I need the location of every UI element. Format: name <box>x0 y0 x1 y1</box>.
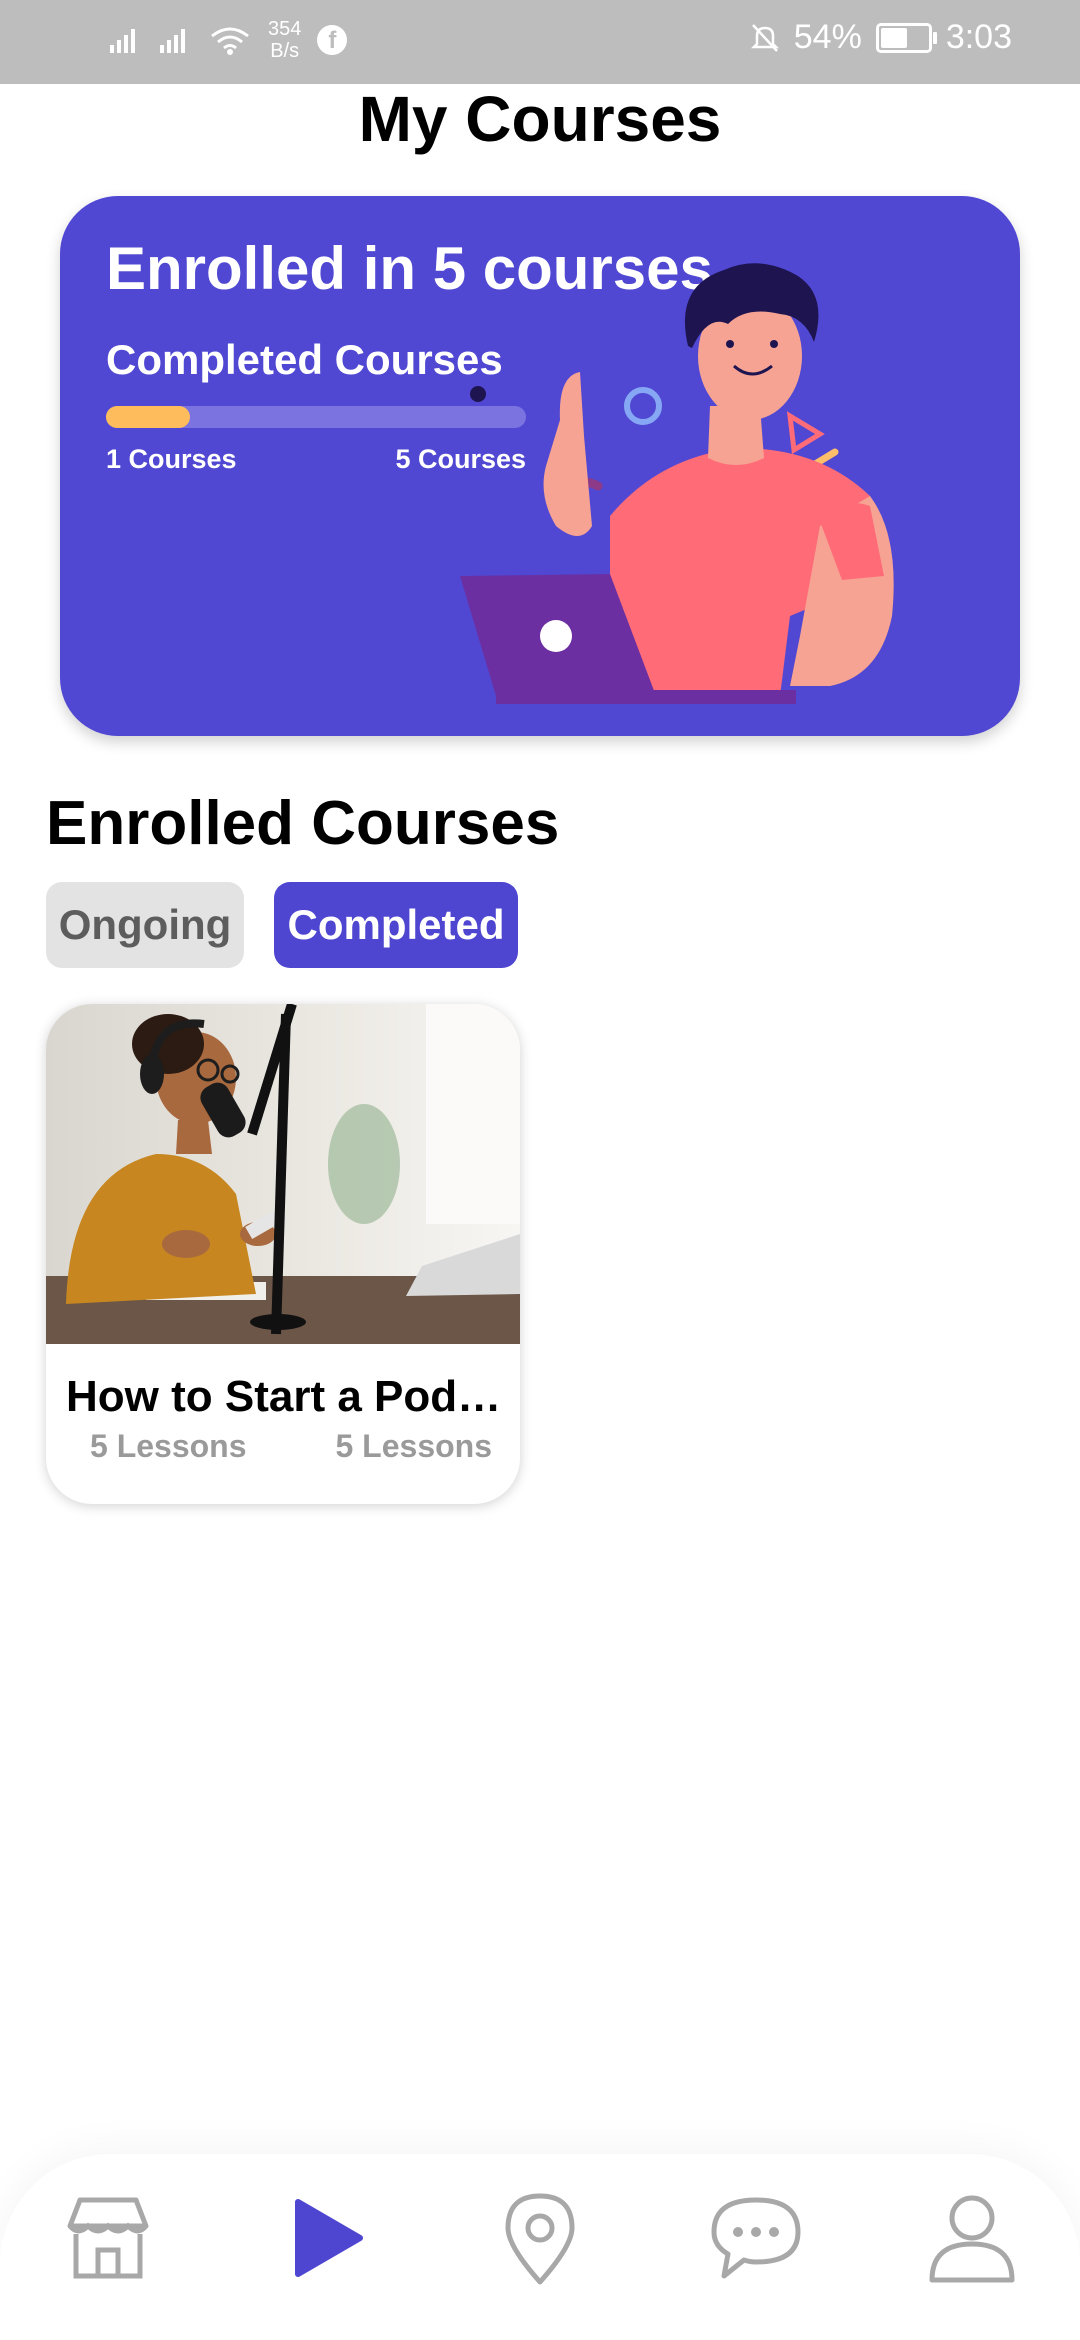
battery-percent: 54% <box>793 18 862 56</box>
completed-courses-label: Completed Courses <box>106 336 503 383</box>
play-icon <box>295 2199 363 2277</box>
course-title: How to Start a Podc... <box>66 1372 506 1421</box>
bell-muted-icon <box>750 23 779 52</box>
nav-item-location[interactable] <box>490 2188 590 2288</box>
network-speed: 354 B/s <box>268 18 301 62</box>
chat-bubble-icon <box>711 2197 801 2279</box>
wifi-icon <box>211 27 249 55</box>
location-pin-icon <box>505 2193 575 2285</box>
enrollment-summary-card: Enrolled in 5 courses Completed Courses … <box>60 196 1020 736</box>
signal-icon <box>160 29 185 53</box>
completed-count-label: 1 Courses <box>106 444 237 474</box>
bottom-navigation-bar <box>0 2154 1080 2340</box>
signal-icon <box>110 29 135 53</box>
network-speed-value: 354 <box>268 18 302 40</box>
facebook-icon: f <box>317 25 348 55</box>
nav-item-messages[interactable] <box>706 2188 806 2288</box>
student-laptop-illustration <box>460 263 894 704</box>
clock: 3:03 <box>945 18 1012 56</box>
tab-completed[interactable]: Completed <box>274 882 518 968</box>
section-title-enrolled-courses: Enrolled Courses <box>46 789 560 858</box>
course-card[interactable]: How to Start a Podc... 5 Lessons 5 Lesso… <box>46 1004 520 1504</box>
status-bar: 354 B/s f 54% 3:03 <box>0 0 1080 84</box>
course-lessons-count: 5 Lessons <box>90 1428 247 1464</box>
completion-progress-fill <box>106 406 190 428</box>
network-speed-unit: B/s <box>270 40 300 62</box>
nav-item-profile[interactable] <box>922 2188 1022 2288</box>
status-right: 54% 3:03 <box>750 18 1012 57</box>
course-thumbnail-image <box>46 1004 520 1344</box>
store-icon <box>67 2197 149 2279</box>
page-title: My Courses <box>358 83 722 155</box>
nav-item-store[interactable] <box>58 2188 158 2288</box>
profile-icon <box>929 2195 1015 2283</box>
battery-icon <box>875 22 937 53</box>
nav-item-courses[interactable] <box>276 2188 376 2288</box>
status-left: 354 B/s f <box>108 18 348 62</box>
course-lessons-total: 5 Lessons <box>335 1428 492 1464</box>
tab-ongoing[interactable]: Ongoing <box>46 882 244 968</box>
